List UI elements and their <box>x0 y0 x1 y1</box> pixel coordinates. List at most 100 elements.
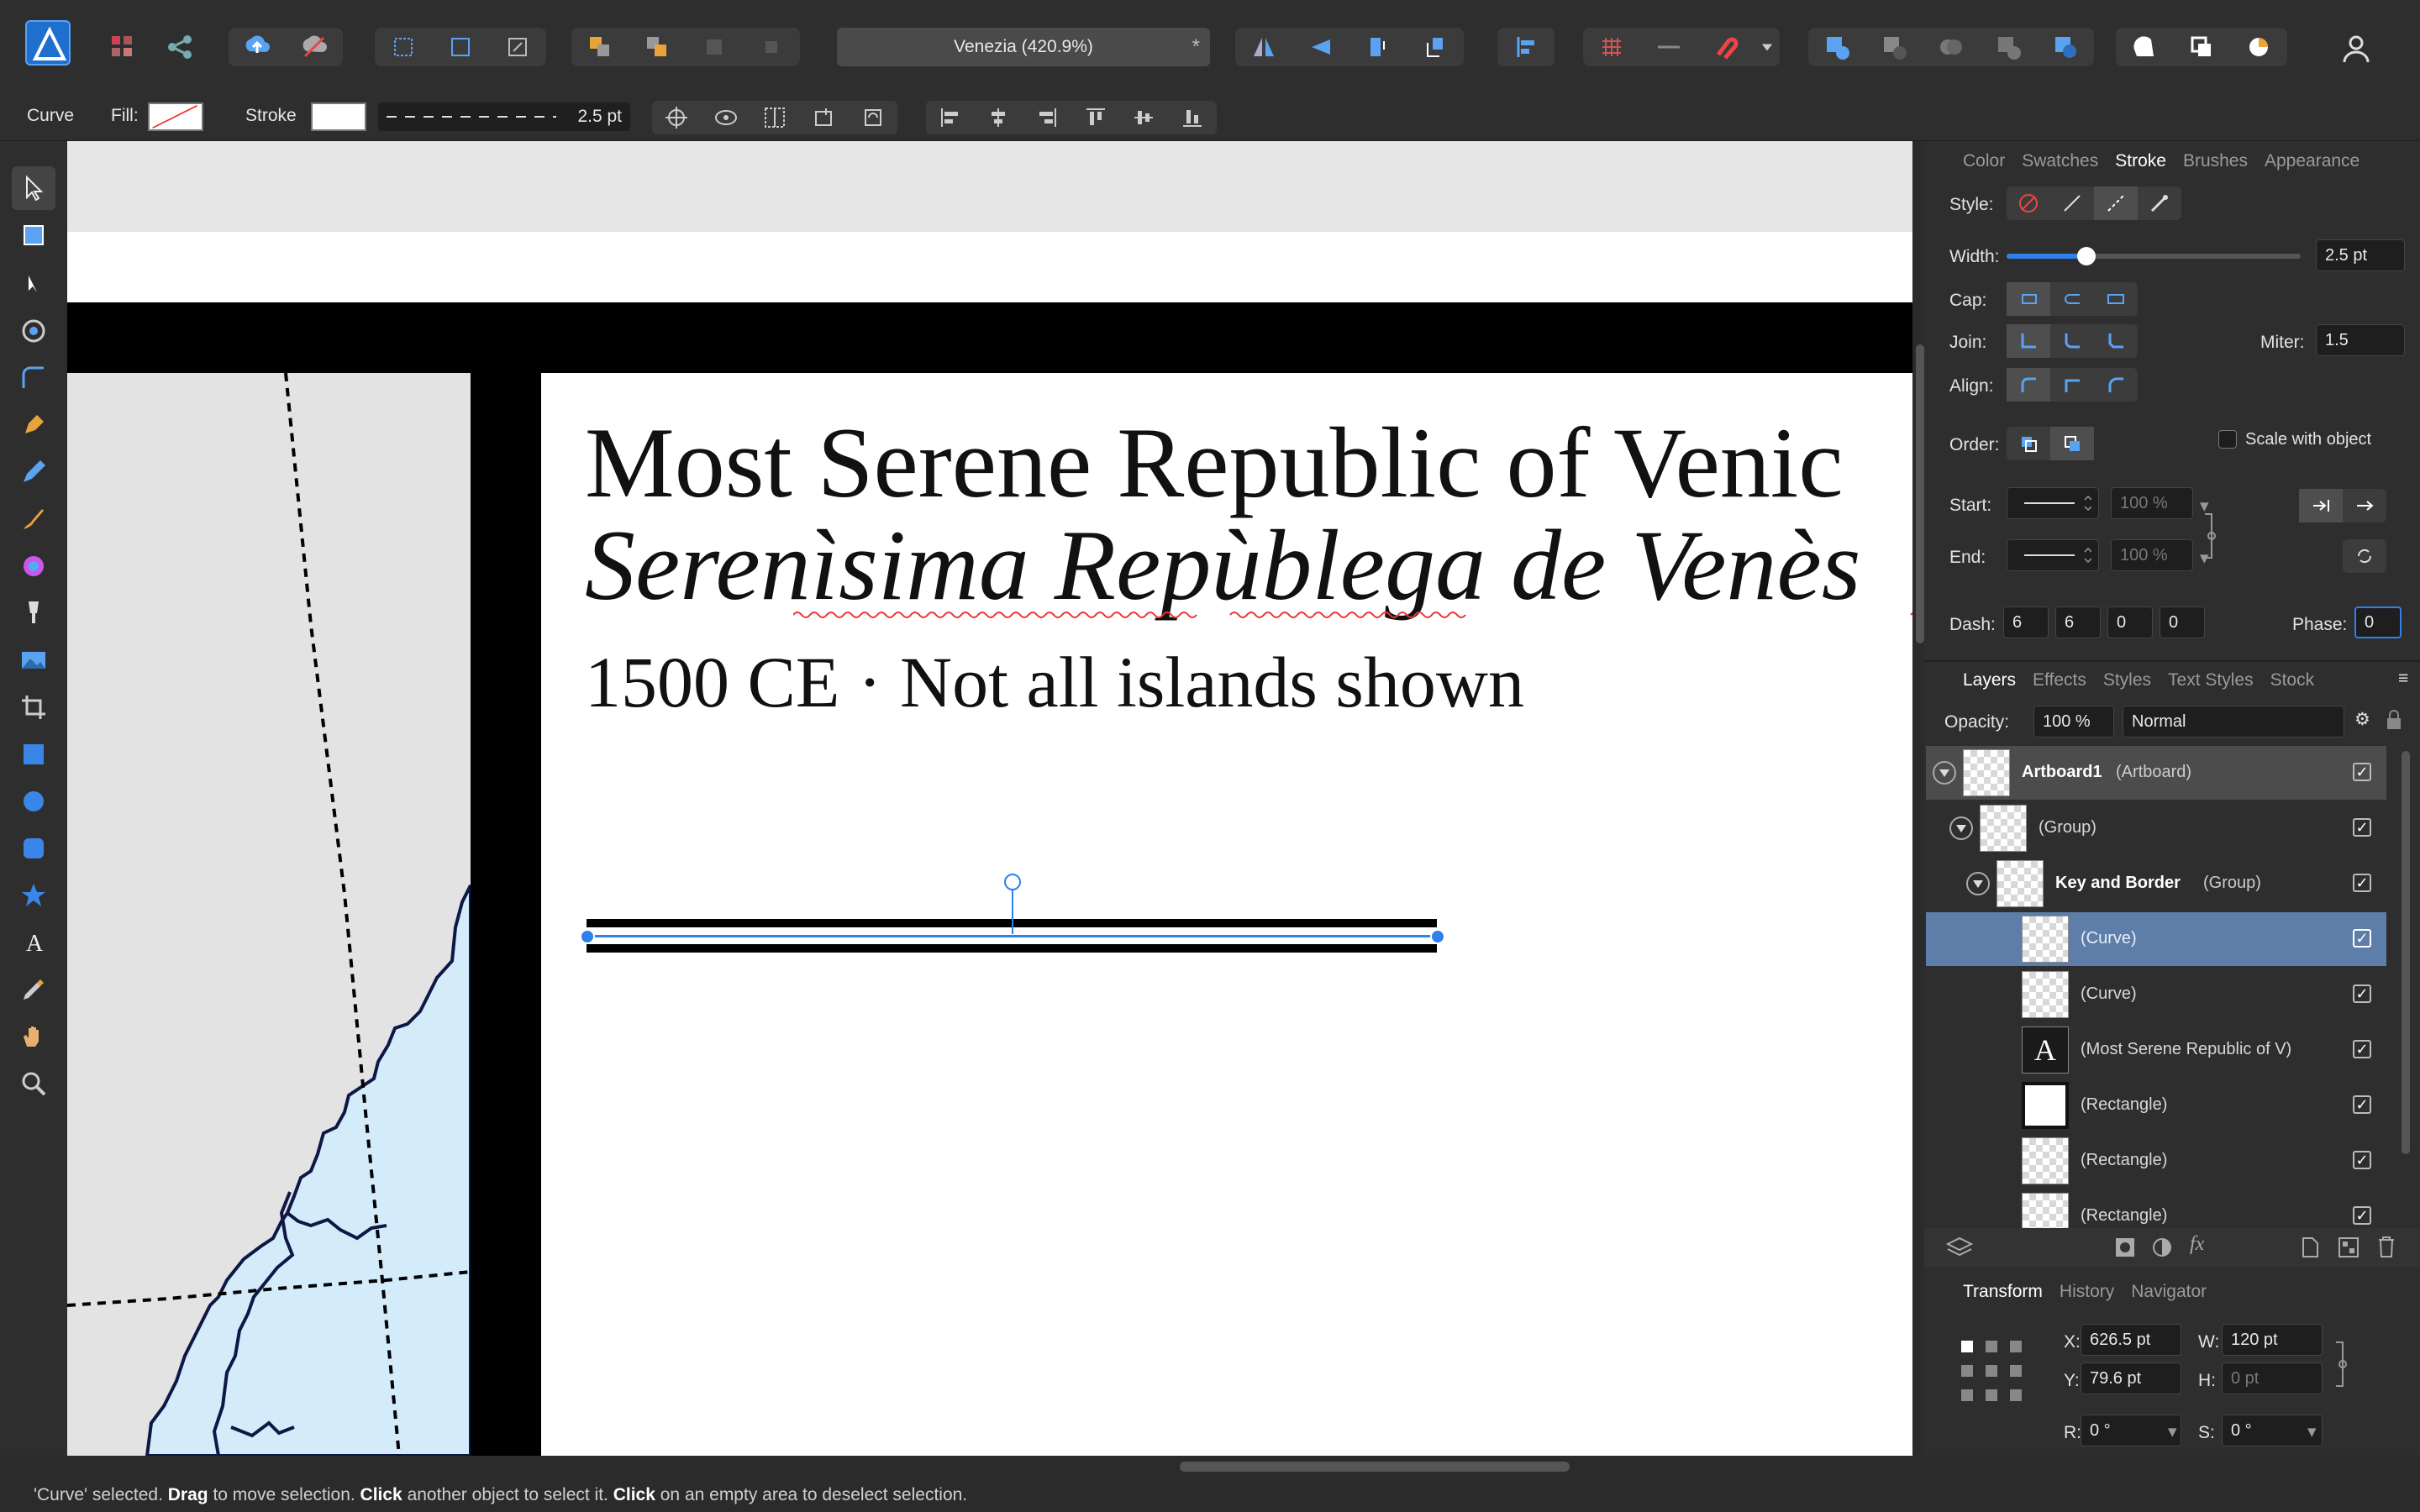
corner-tool-icon[interactable] <box>12 356 55 400</box>
layer-row-key-and-border[interactable]: Key and Border (Group) ✓ <box>1926 857 2386 911</box>
dash-line-icon[interactable] <box>2094 186 2138 220</box>
star-tool-icon[interactable] <box>12 874 55 917</box>
round-cap-icon[interactable] <box>2050 282 2094 316</box>
lock-ratio-bracket-icon[interactable] <box>2333 1339 2349 1389</box>
delete-icon[interactable] <box>2376 1235 2396 1258</box>
tab-effects[interactable]: Effects <box>2033 670 2086 690</box>
start-scale-field[interactable]: 100 % <box>2111 487 2193 519</box>
distribute-icon[interactable] <box>762 105 787 130</box>
layer-row-rectangle[interactable]: (Rectangle) ✓ <box>1926 1079 2386 1132</box>
stroke-style-field[interactable]: 2.5 pt <box>378 102 630 131</box>
stroke-swatch[interactable] <box>311 102 366 131</box>
visibility-checkbox[interactable]: ✓ <box>2353 763 2371 781</box>
move-tool-icon[interactable] <box>12 166 55 210</box>
no-share-icon[interactable] <box>286 28 343 66</box>
flip-horizontal-icon[interactable] <box>1235 28 1292 66</box>
move-back-icon[interactable] <box>571 28 629 66</box>
align-bottom-icon[interactable] <box>1180 105 1205 130</box>
flip-vertical-icon[interactable] <box>1292 28 1349 66</box>
tab-layers[interactable]: Layers <box>1963 670 2016 690</box>
key-rule-bottom[interactable] <box>587 944 1437 953</box>
layer-row-group[interactable]: (Group) ✓ <box>1926 801 2386 855</box>
width-value-field[interactable]: 2.5 pt <box>2316 239 2405 271</box>
crop-tool-icon[interactable] <box>12 685 55 729</box>
anchor-selector-icon[interactable] <box>1958 1337 2025 1404</box>
align-right-icon[interactable] <box>1034 105 1060 130</box>
square-cap-icon[interactable] <box>2094 282 2138 316</box>
miter-value-field[interactable]: 1.5 <box>2316 324 2405 356</box>
shear-dropdown-icon[interactable]: ▾ <box>2307 1421 2317 1442</box>
tab-swatches[interactable]: Swatches <box>2022 151 2098 171</box>
insert-behind-icon[interactable] <box>2116 28 2173 66</box>
panel-menu-icon[interactable]: ≡ <box>2398 669 2408 689</box>
zoom-tool-icon[interactable] <box>12 1062 55 1105</box>
layer-row-curve[interactable]: (Curve) ✓ <box>1926 968 2386 1021</box>
gap-field-2[interactable]: 0 <box>2160 606 2205 638</box>
pen-tool-icon[interactable] <box>12 403 55 447</box>
tab-color[interactable]: Color <box>1963 151 2005 171</box>
align-left-icon[interactable] <box>938 105 963 130</box>
export-persona-icon[interactable] <box>151 28 208 66</box>
rotation-handle[interactable] <box>1004 874 1021 890</box>
w-field[interactable]: 120 pt <box>2222 1324 2323 1356</box>
intersect-icon[interactable] <box>1923 28 1980 66</box>
fx-icon[interactable]: fx <box>2190 1233 2204 1256</box>
align-middle-icon[interactable] <box>1131 105 1156 130</box>
rounded-rectangle-tool-icon[interactable] <box>12 827 55 870</box>
adjustment-icon[interactable] <box>2151 1236 2173 1258</box>
mask-icon[interactable] <box>2114 1236 2136 1258</box>
tab-stroke[interactable]: Stroke <box>2115 151 2166 171</box>
layer-row-text[interactable]: A (Most Serene Republic of V) ✓ <box>1926 1023 2386 1077</box>
layer-row-rectangle[interactable]: (Rectangle) ✓ <box>1926 1189 2386 1228</box>
lock-icon[interactable] <box>2385 709 2403 731</box>
subtract-icon[interactable] <box>1865 28 1923 66</box>
layers-scrollbar[interactable] <box>2402 751 2410 1154</box>
expand-toggle[interactable] <box>1933 761 1956 785</box>
end-arrow-select[interactable] <box>2007 539 2099 571</box>
curve-start-node[interactable] <box>580 929 595 944</box>
text-tool-icon[interactable]: A <box>12 921 55 964</box>
divide-icon[interactable] <box>2037 28 2094 66</box>
color-picker-tool-icon[interactable] <box>12 968 55 1011</box>
tab-appearance[interactable]: Appearance <box>2265 151 2360 171</box>
tab-transform[interactable]: Transform <box>1963 1282 2043 1302</box>
visibility-checkbox[interactable]: ✓ <box>2353 1095 2371 1114</box>
curve-end-node[interactable] <box>1430 929 1445 944</box>
width-slider-knob[interactable] <box>2076 247 2096 265</box>
align-center-icon[interactable] <box>986 105 1011 130</box>
visibility-checkbox[interactable]: ✓ <box>2353 818 2371 837</box>
visibility-checkbox[interactable]: ✓ <box>2353 1040 2371 1058</box>
move-top-icon[interactable] <box>743 28 800 66</box>
map-title[interactable]: Most Serene Republic of Venic <box>585 405 1843 521</box>
align-inside-icon[interactable] <box>2007 368 2050 402</box>
visibility-checkbox[interactable]: ✓ <box>2353 984 2371 1003</box>
align-icon[interactable] <box>1497 28 1555 66</box>
no-stroke-icon[interactable] <box>2007 186 2050 220</box>
layer-row-rectangle[interactable]: (Rectangle) ✓ <box>1926 1134 2386 1188</box>
place-image-tool-icon[interactable] <box>12 638 55 682</box>
scale-with-object-checkbox[interactable] <box>2218 430 2237 449</box>
node-tool-icon[interactable] <box>12 262 55 306</box>
fill-tool-icon[interactable] <box>12 544 55 588</box>
move-bottom-icon[interactable] <box>686 28 743 66</box>
texture-line-icon[interactable] <box>2138 186 2181 220</box>
upload-icon[interactable] <box>229 28 286 66</box>
selected-curve[interactable] <box>588 935 1437 937</box>
document-title[interactable]: Venezia (420.9%) * <box>837 28 1210 66</box>
visibility-checkbox[interactable]: ✓ <box>2353 874 2371 892</box>
link-bracket-icon[interactable] <box>2202 511 2218 561</box>
insert-inside-icon[interactable] <box>2230 28 2287 66</box>
ellipse-tool-icon[interactable] <box>12 780 55 823</box>
tab-brushes[interactable]: Brushes <box>2183 151 2248 171</box>
snapping-menu-icon[interactable] <box>1754 28 1780 66</box>
opacity-field[interactable]: 100 % <box>2033 706 2114 738</box>
document-canvas[interactable]: Most Serene Republic of Venic Serenìsima… <box>67 141 1912 1456</box>
snapping-magnet-icon[interactable] <box>1697 28 1754 66</box>
move-forward-icon[interactable] <box>629 28 686 66</box>
x-field[interactable]: 626.5 pt <box>2081 1324 2181 1356</box>
stroke-front-icon[interactable] <box>2050 427 2094 460</box>
rotation-field[interactable]: 0 ° <box>2081 1415 2181 1446</box>
arrow-inside-icon[interactable] <box>2299 489 2343 522</box>
vertical-scrollbar[interactable] <box>1916 344 1924 643</box>
bevel-join-icon[interactable] <box>2094 324 2138 358</box>
